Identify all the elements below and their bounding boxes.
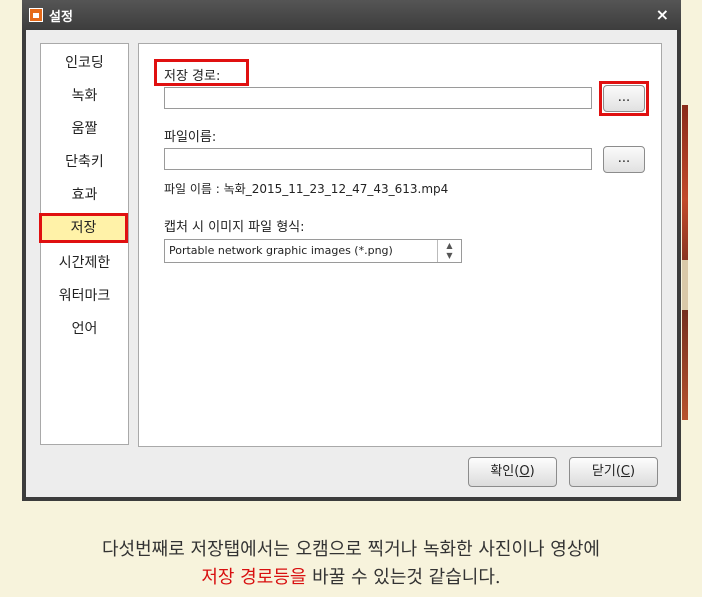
caption-line-1: 다섯번째로 저장탭에서는 오캠으로 찍거나 녹화한 사진이나 영상에 bbox=[101, 539, 600, 560]
sidebar-item-gif[interactable]: 움짤 bbox=[41, 114, 128, 144]
sidebar-item-encoding[interactable]: 인코딩 bbox=[41, 48, 128, 78]
ok-button-end: ) bbox=[529, 464, 535, 479]
save-path-label: 저장 경로: bbox=[164, 69, 221, 84]
capture-format-select[interactable]: Portable network graphic images (*.png) … bbox=[164, 239, 462, 263]
filename-browse-button[interactable]: ... bbox=[603, 146, 645, 173]
caption-highlight: 저장 경로등을 bbox=[201, 567, 307, 588]
sidebar-item-recording[interactable]: 녹화 bbox=[41, 81, 128, 111]
save-settings-panel: 저장 경로: ... 파일이름: ... 파일 이름 : 녹화_2015_11_… bbox=[138, 43, 662, 447]
sidebar-item-watermark[interactable]: 워터마크 bbox=[41, 281, 128, 311]
sidebar-item-shortcuts[interactable]: 단축키 bbox=[41, 147, 128, 177]
filename-preview: 파일 이름 : 녹화_2015_11_23_12_47_43_613.mp4 bbox=[164, 182, 449, 196]
spinner-arrows-icon[interactable]: ▲ ▼ bbox=[437, 240, 461, 262]
sidebar-item-effects[interactable]: 효과 bbox=[41, 180, 128, 210]
capture-format-label: 캡처 시 이미지 파일 형식: bbox=[164, 220, 305, 235]
caption-line-2: 저장 경로등을 바꿀 수 있는것 같습니다. bbox=[0, 563, 702, 589]
ok-button-label: 확인( bbox=[490, 464, 520, 479]
window-title: 설정 bbox=[49, 10, 73, 25]
background-strip-light bbox=[682, 260, 688, 310]
title-bar[interactable]: 설정 × bbox=[22, 0, 681, 30]
filename-field[interactable] bbox=[164, 148, 592, 170]
settings-dialog: 설정 × 인코딩 녹화 움짤 단축키 효과 저장 시간제한 워터마크 언어 저장… bbox=[22, 0, 681, 501]
filename-label: 파일이름: bbox=[164, 130, 217, 145]
close-button-key: C bbox=[620, 464, 630, 479]
sidebar-item-language[interactable]: 언어 bbox=[41, 314, 128, 344]
close-button-label: 닫기( bbox=[591, 464, 621, 479]
dialog-client: 인코딩 녹화 움짤 단축키 효과 저장 시간제한 워터마크 언어 저장 경로: … bbox=[26, 30, 677, 497]
caption-rest: 바꿀 수 있는것 같습니다. bbox=[306, 567, 501, 588]
save-path-field[interactable] bbox=[164, 87, 592, 109]
settings-sidebar: 인코딩 녹화 움짤 단축키 효과 저장 시간제한 워터마크 언어 bbox=[39, 43, 129, 445]
sidebar-item-save[interactable]: 저장 bbox=[39, 213, 128, 243]
close-icon[interactable]: × bbox=[656, 5, 669, 24]
app-icon bbox=[29, 8, 43, 22]
close-button[interactable]: 닫기(C) bbox=[569, 457, 658, 487]
save-path-browse-button[interactable]: ... bbox=[603, 85, 645, 112]
close-button-end: ) bbox=[630, 464, 636, 479]
sidebar-item-time-limit[interactable]: 시간제한 bbox=[41, 248, 128, 278]
ok-button-key: O bbox=[519, 464, 530, 479]
capture-format-value: Portable network graphic images (*.png) bbox=[169, 244, 393, 257]
ok-button[interactable]: 확인(O) bbox=[468, 457, 557, 487]
